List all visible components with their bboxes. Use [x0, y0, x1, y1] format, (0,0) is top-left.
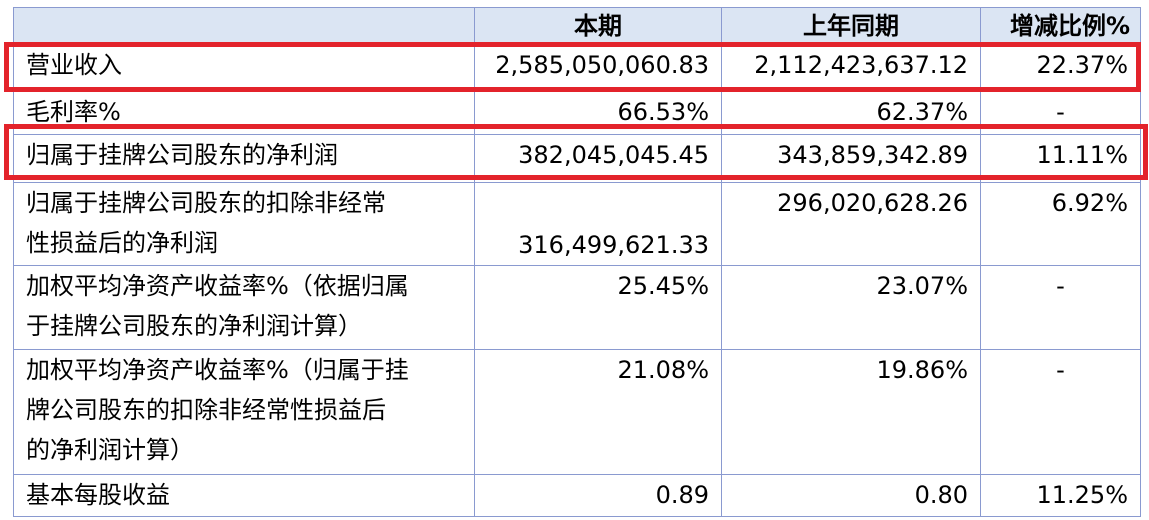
row-label-line: 的净利润计算）	[26, 436, 194, 464]
row-label: 毛利率%	[13, 89, 475, 135]
table-row: 加权平均净资产收益率%（归属于挂 牌公司股东的扣除非经常性损益后 的净利润计算）…	[13, 349, 1141, 475]
row-prior-value: 0.80	[721, 474, 981, 517]
row-change-value: -	[980, 265, 1141, 350]
header-current-period: 本期	[474, 7, 722, 45]
row-prior-value: 19.86%	[721, 349, 981, 475]
row-prior-value: 62.37%	[721, 89, 981, 135]
table-row: 基本每股收益 0.89 0.80 11.25%	[13, 474, 1141, 517]
row-label: 加权平均净资产收益率%（依据归属 于挂牌公司股东的净利润计算）	[13, 265, 475, 350]
row-change-value: 11.25%	[980, 474, 1141, 517]
row-label-line: 加权平均净资产收益率%（依据归属	[26, 272, 409, 300]
row-prior-value: 23.07%	[721, 265, 981, 350]
row-change-value: 6.92%	[980, 182, 1141, 266]
row-prior-value: 296,020,628.26	[721, 182, 981, 266]
table-row: 毛利率% 66.53% 62.37% -	[13, 89, 1141, 135]
row-current-value: 382,045,045.45	[474, 134, 722, 183]
row-label: 加权平均净资产收益率%（归属于挂 牌公司股东的扣除非经常性损益后 的净利润计算）	[13, 349, 475, 475]
financial-summary-table: 本期 上年同期 增减比例% 营业收入 2,585,050,060.83 2,11…	[13, 7, 1141, 517]
row-current-value: 2,585,050,060.83	[474, 44, 722, 90]
row-label-line: 性损益后的净利润	[26, 229, 218, 257]
table-row: 归属于挂牌公司股东的净利润 382,045,045.45 343,859,342…	[13, 134, 1141, 183]
row-label: 基本每股收益	[13, 474, 475, 517]
row-prior-value: 343,859,342.89	[721, 134, 981, 183]
row-current-value: 66.53%	[474, 89, 722, 135]
row-label-line: 归属于挂牌公司股东的扣除非经常	[26, 189, 386, 217]
row-label-line: 牌公司股东的扣除非经常性损益后	[26, 396, 386, 424]
header-label-cell	[13, 7, 475, 45]
row-current-value: 0.89	[474, 474, 722, 517]
header-prior-period: 上年同期	[721, 7, 981, 45]
row-label-line: 于挂牌公司股东的净利润计算）	[26, 312, 362, 340]
row-current-value: 25.45%	[474, 265, 722, 350]
row-change-value: 22.37%	[980, 44, 1141, 90]
row-label: 营业收入	[13, 44, 475, 90]
row-current-value: 316,499,621.33	[474, 182, 722, 266]
row-change-value: 11.11%	[980, 134, 1141, 183]
row-current-value: 21.08%	[474, 349, 722, 475]
table-row: 营业收入 2,585,050,060.83 2,112,423,637.12 2…	[13, 44, 1141, 90]
table-row: 归属于挂牌公司股东的扣除非经常 性损益后的净利润 316,499,621.33 …	[13, 182, 1141, 266]
row-label: 归属于挂牌公司股东的扣除非经常 性损益后的净利润	[13, 182, 475, 266]
header-change-pct: 增减比例%	[980, 7, 1141, 45]
row-change-value: -	[980, 89, 1141, 135]
table-row: 加权平均净资产收益率%（依据归属 于挂牌公司股东的净利润计算） 25.45% 2…	[13, 265, 1141, 350]
row-label-line: 加权平均净资产收益率%（归属于挂	[26, 356, 409, 384]
row-change-value: -	[980, 349, 1141, 475]
row-prior-value: 2,112,423,637.12	[721, 44, 981, 90]
table-header-row: 本期 上年同期 增减比例%	[13, 7, 1141, 45]
row-label: 归属于挂牌公司股东的净利润	[13, 134, 475, 183]
